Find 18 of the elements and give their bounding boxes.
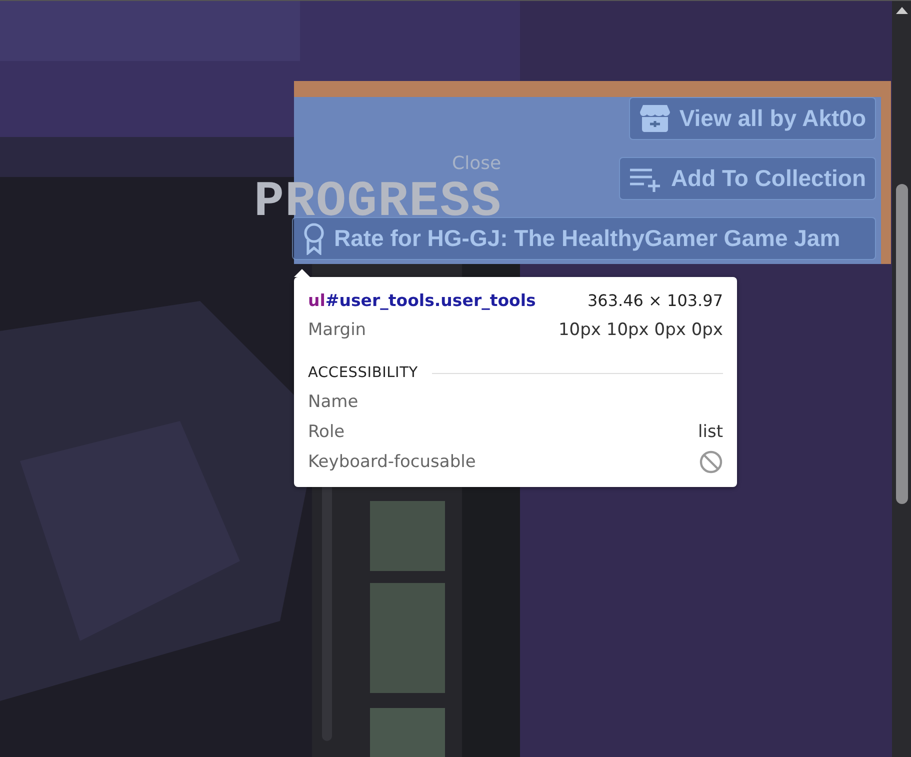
store-icon <box>639 104 672 134</box>
add-to-collection-button[interactable]: Add To Collection <box>618 157 876 200</box>
element-size: 363.46 × 103.97 <box>587 290 723 310</box>
scrollbar-thumb[interactable] <box>896 184 908 504</box>
view-all-button[interactable]: View all by Akt0o <box>629 97 876 140</box>
property-label: Keyboard-focusable <box>308 452 476 472</box>
scroll-up-icon[interactable] <box>896 7 908 14</box>
section-heading: ACCESSIBILITY <box>308 365 418 381</box>
margin-value: 10px 10px 0px 0px <box>558 320 723 340</box>
award-ribbon-icon <box>302 222 326 254</box>
property-value: list <box>698 422 723 442</box>
property-label: Name <box>308 392 358 412</box>
list-add-icon <box>628 166 663 192</box>
property-label: Role <box>308 422 345 442</box>
rate-button[interactable]: Rate for HG-GJ: The HealthyGamer Game Jam <box>292 217 876 260</box>
element-selector: ul#user_tools.user_tools <box>308 290 536 310</box>
close-label[interactable]: Close <box>452 153 502 174</box>
margin-label: Margin <box>308 320 366 340</box>
